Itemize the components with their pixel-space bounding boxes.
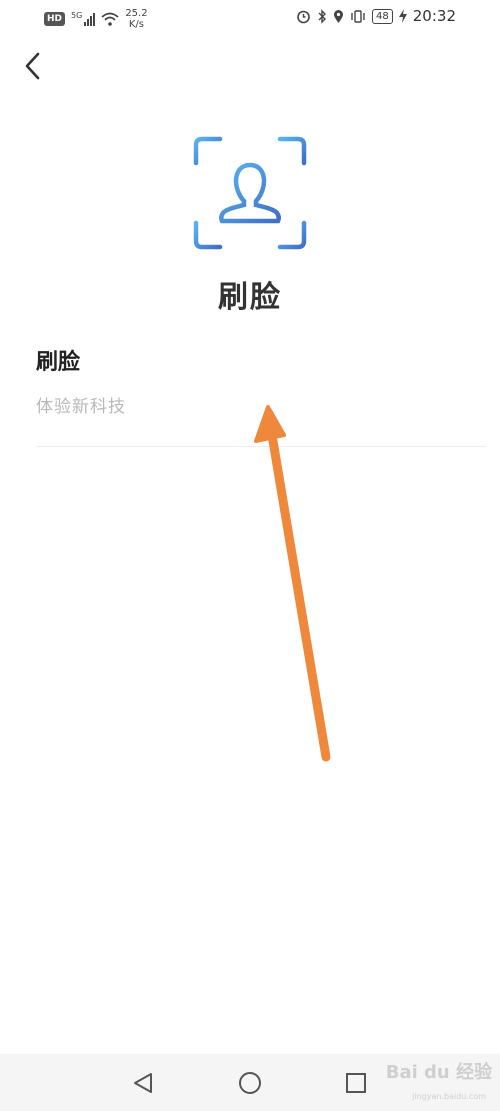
watermark-sub: jingyan.baidu.com — [412, 1092, 486, 1101]
net-speed-value: 25.2 — [125, 8, 148, 19]
clock: 20:32 — [412, 7, 456, 25]
location-icon — [334, 9, 344, 23]
chevron-left-icon — [25, 52, 40, 80]
annotation-arrow-icon — [254, 405, 331, 762]
battery-indicator: 48 — [372, 8, 393, 24]
face-scan-icon — [193, 136, 307, 250]
status-right: 48 20:32 — [296, 7, 456, 25]
triangle-back-icon — [134, 1073, 152, 1093]
hd-badge: HD — [44, 12, 66, 26]
status-left: HD 5G 25.2 K/s — [44, 8, 148, 30]
signal-icon — [84, 12, 96, 26]
section-title: 刷脸 — [36, 349, 81, 375]
back-button[interactable] — [16, 46, 50, 86]
charging-icon — [398, 9, 407, 23]
page-title: 刷脸 — [218, 280, 282, 315]
square-recents-icon — [346, 1073, 366, 1093]
status-bar: HD 5G 25.2 K/s 48 20:32 — [0, 0, 500, 34]
watermark: Bai du 经验 — [385, 1062, 492, 1083]
net-speed: 25.2 K/s — [125, 8, 147, 30]
wifi-icon — [101, 12, 119, 26]
network-type: 5G — [71, 10, 83, 20]
nav-back-button[interactable] — [129, 1068, 159, 1098]
vibrate-icon — [351, 9, 365, 23]
nav-recents-button[interactable] — [341, 1068, 371, 1098]
net-speed-unit: K/s — [128, 19, 145, 30]
circle-home-icon — [239, 1072, 261, 1094]
nav-home-button[interactable] — [235, 1068, 265, 1098]
alarm-icon — [297, 10, 310, 23]
bluetooth-icon — [318, 8, 327, 24]
